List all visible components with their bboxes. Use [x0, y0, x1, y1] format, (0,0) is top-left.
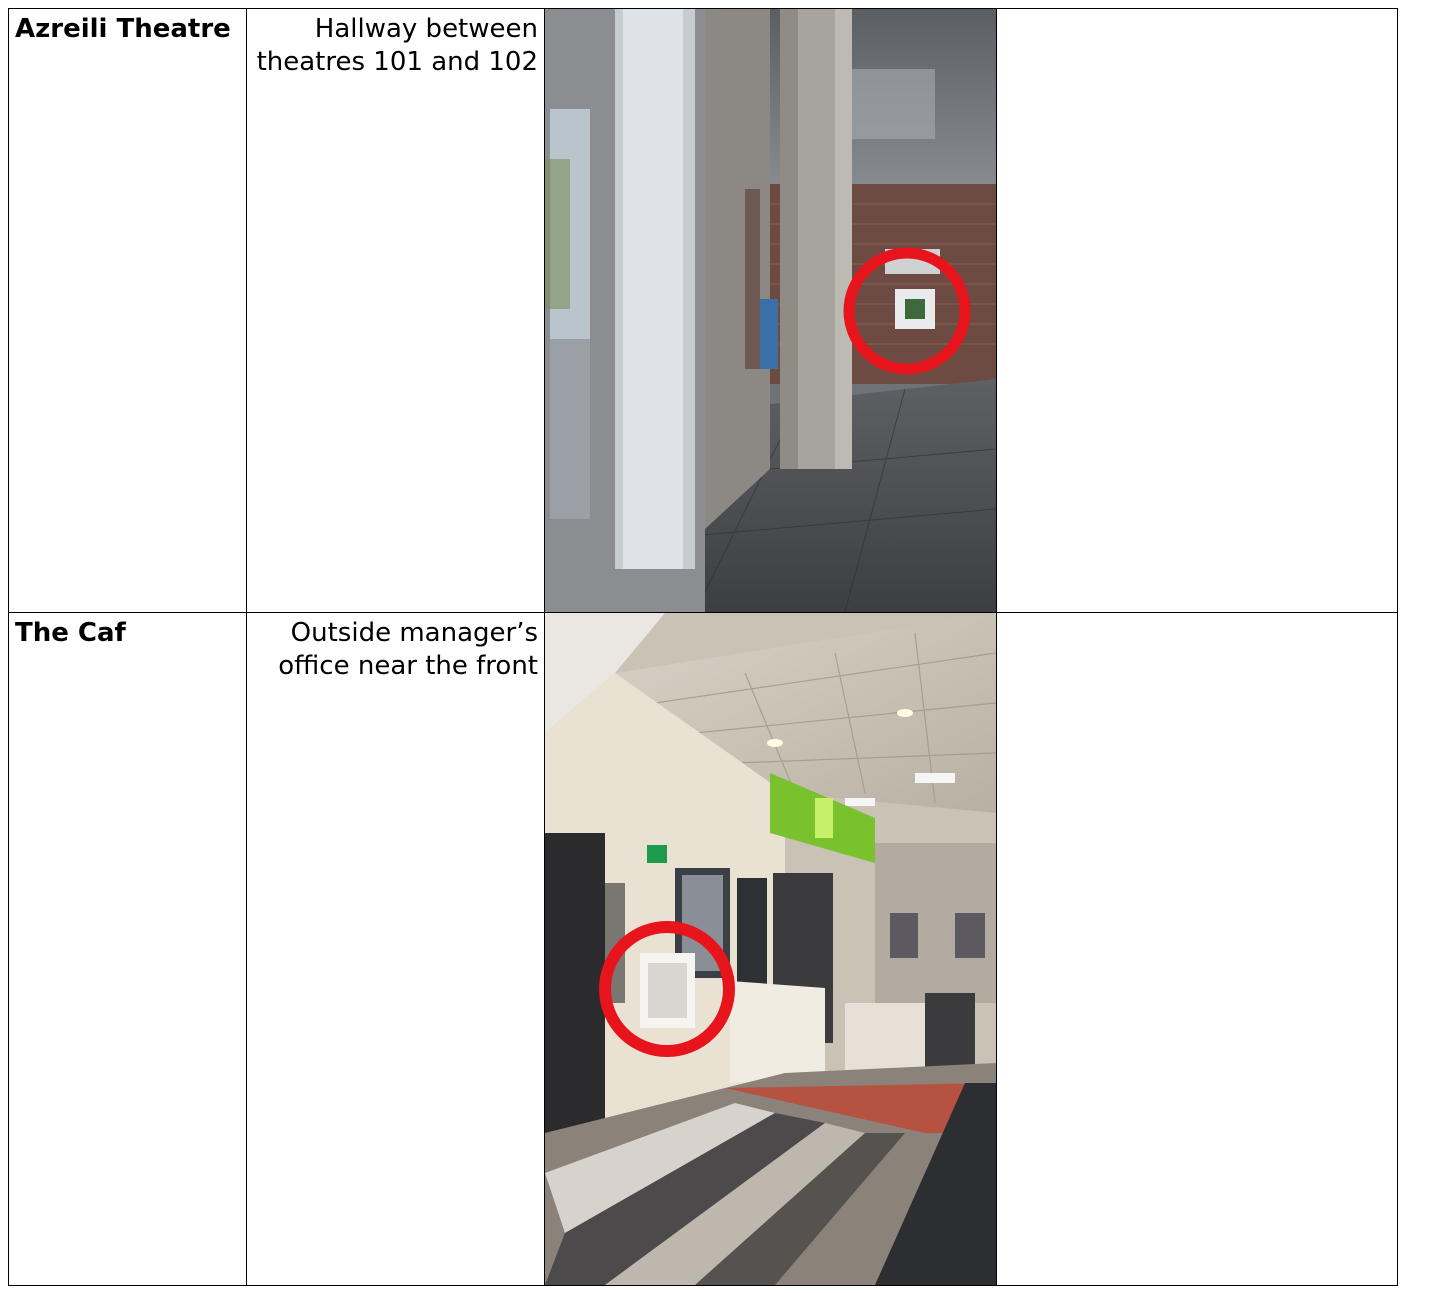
location-name: Azreili Theatre — [15, 14, 231, 44]
empty-cell — [996, 612, 1398, 1286]
table-row: Azreili Theatre Hallway between theatres… — [8, 8, 1398, 613]
location-description: Outside manager’s office near the front — [278, 618, 538, 681]
description-cell: Hallway between theatres 101 and 102 — [246, 8, 545, 613]
table-row: The Caf Outside manager’s office near th… — [8, 612, 1398, 1286]
location-description: Hallway between theatres 101 and 102 — [256, 14, 538, 77]
location-name: The Caf — [15, 618, 126, 648]
aed-location-table: Azreili Theatre Hallway between theatres… — [8, 8, 1398, 1286]
empty-cell — [996, 8, 1398, 613]
location-cell: The Caf — [8, 612, 247, 1286]
location-cell: Azreili Theatre — [8, 8, 247, 613]
photo-cell — [544, 612, 997, 1286]
cafeteria-photo — [545, 613, 996, 1285]
hallway-photo — [545, 9, 996, 612]
photo-cell — [544, 8, 997, 613]
description-cell: Outside manager’s office near the front — [246, 612, 545, 1286]
